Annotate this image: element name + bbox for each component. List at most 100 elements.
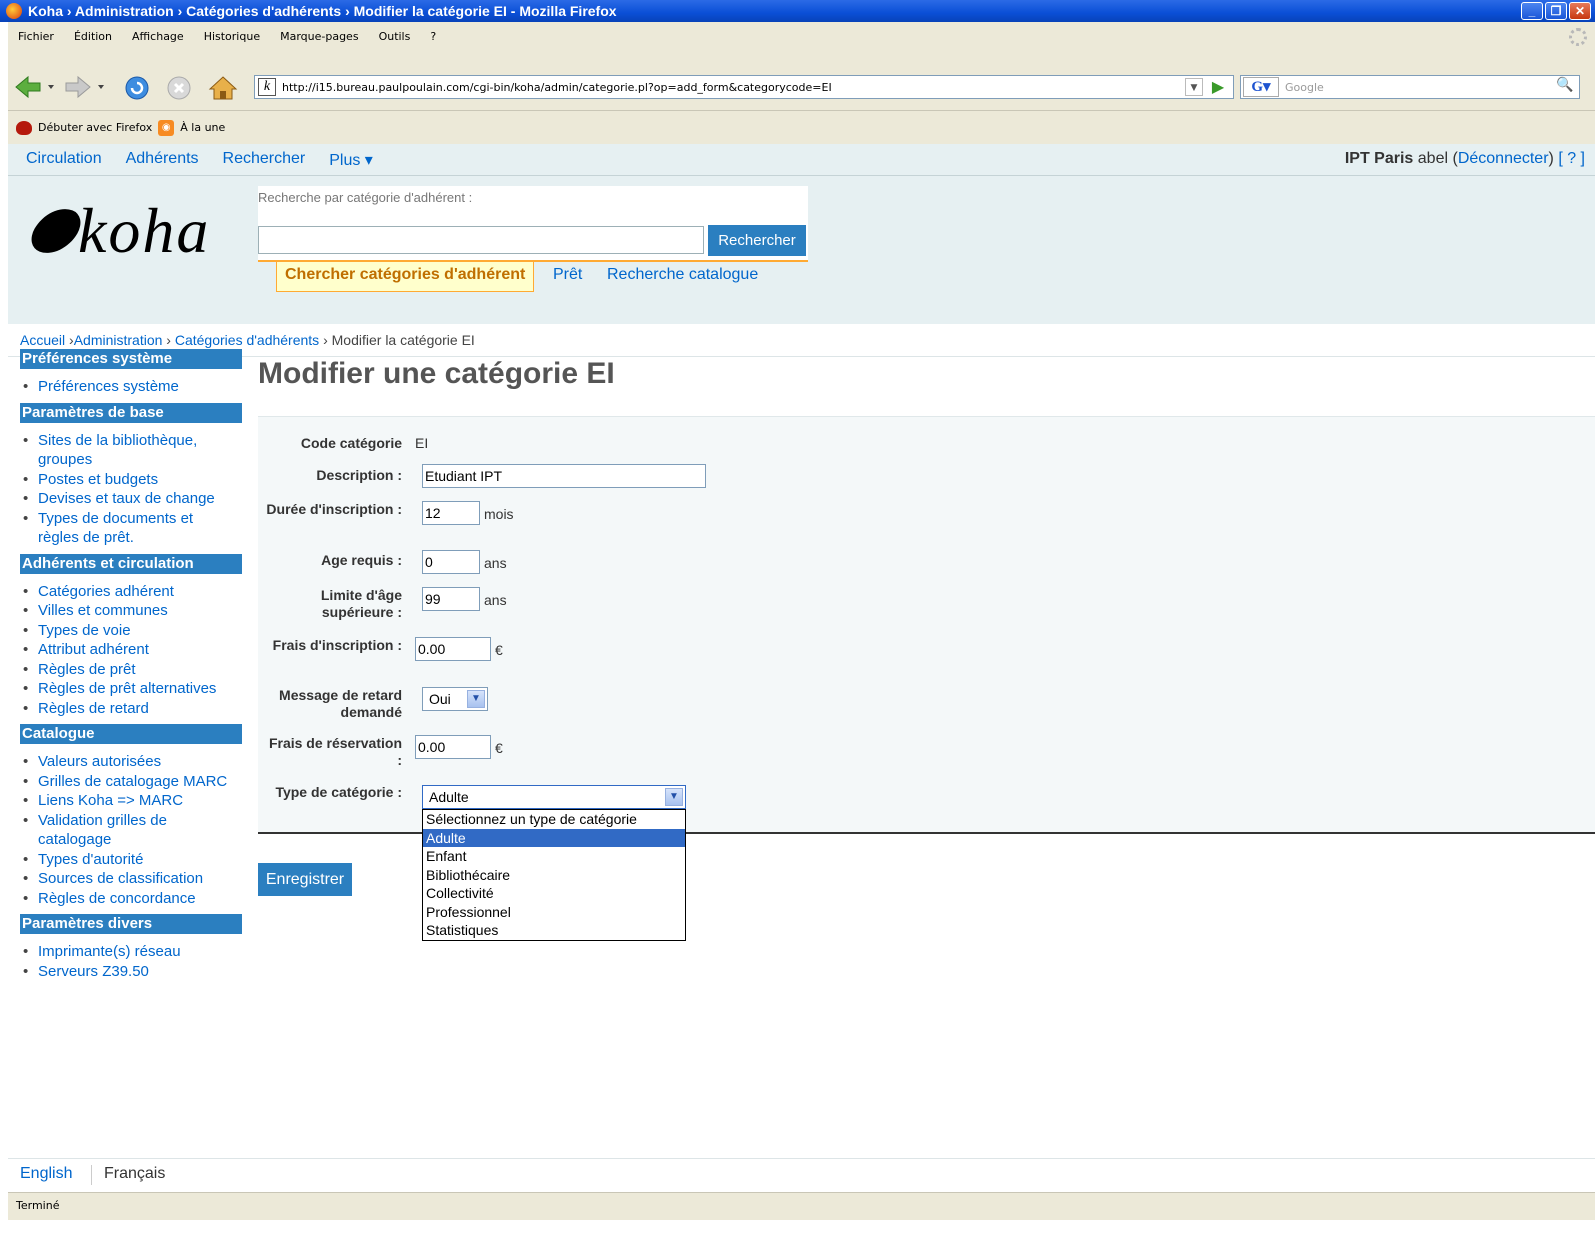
type-option-selected[interactable]: Adulte	[423, 828, 685, 847]
category-search-input[interactable]	[258, 226, 704, 254]
url-dropdown-icon[interactable]: ▼	[1185, 78, 1203, 96]
sidebar-heading-catalog: Catalogue	[20, 724, 242, 744]
sidebar-item-framework-check[interactable]: Validation grilles de catalogage	[20, 811, 190, 850]
sidebar-item-matching-rules[interactable]: Règles de concordance	[20, 889, 242, 909]
url-bar[interactable]: k http://i15.bureau.paulpoulain.com/cgi-…	[254, 75, 1234, 99]
sidebar-heading-preferences: Préférences système	[20, 349, 242, 369]
type-option[interactable]: Sélectionnez un type de catégorie	[423, 810, 685, 829]
breadcrumb-categories[interactable]: Catégories d'adhérents	[175, 332, 319, 348]
sidebar-item-classification[interactable]: Sources de classification	[20, 869, 242, 889]
sidebar-item-budgets[interactable]: Postes et budgets	[20, 470, 242, 490]
tab-pret[interactable]: Prêt	[553, 262, 582, 292]
nav-adherents[interactable]: Adhérents	[126, 150, 199, 170]
upper-age-input[interactable]: 99	[422, 587, 480, 611]
tab-catalog-search[interactable]: Recherche catalogue	[607, 262, 758, 292]
type-option[interactable]: Bibliothécaire	[423, 866, 685, 885]
bookmark-debuter[interactable]: Débuter avec Firefox	[38, 121, 152, 134]
fee-input[interactable]: 0.00	[415, 637, 491, 661]
logout-link[interactable]: Déconnecter	[1458, 150, 1549, 167]
age-label: Age requis :	[321, 552, 402, 568]
menu-edition[interactable]: Édition	[74, 30, 112, 43]
reload-icon[interactable]	[124, 75, 152, 101]
chevron-down-icon[interactable]: ▼	[467, 690, 485, 708]
user-name: abel	[1417, 150, 1449, 167]
home-icon[interactable]	[208, 75, 238, 101]
firefox-icon	[6, 3, 22, 19]
duration-input[interactable]: 12	[422, 501, 480, 525]
sidebar-item-roadtypes[interactable]: Types de voie	[20, 621, 242, 641]
page-title: Modifier une catégorie EI	[258, 357, 615, 390]
sidebar-item-categories[interactable]: Catégories adhérent	[20, 582, 242, 602]
lang-english[interactable]: English	[20, 1165, 72, 1183]
breadcrumb-admin[interactable]: Administration	[74, 332, 163, 348]
fee-unit: €	[495, 642, 503, 658]
save-button[interactable]: Enregistrer	[258, 863, 352, 896]
web-search-box[interactable]: G▾ Google 🔍	[1240, 75, 1580, 99]
menu-historique[interactable]: Historique	[204, 30, 260, 43]
sidebar-item-z3950[interactable]: Serveurs Z39.50	[20, 962, 242, 982]
type-select[interactable]: Adulte ▼	[422, 785, 686, 809]
close-button[interactable]: ✕	[1569, 2, 1591, 20]
url-text: http://i15.bureau.paulpoulain.com/cgi-bi…	[282, 80, 832, 94]
sidebar-item-koha-marc-links[interactable]: Liens Koha => MARC	[20, 791, 242, 811]
sidebar-item-authorised-values[interactable]: Valeurs autorisées	[20, 752, 242, 772]
search-icon[interactable]: 🔍	[1553, 77, 1577, 97]
sidebar-item-itemtypes[interactable]: Types de documents et règles de prêt.	[20, 509, 220, 548]
sidebar-item-currencies[interactable]: Devises et taux de change	[20, 489, 242, 509]
reserve-unit: €	[495, 740, 503, 756]
menu-outils[interactable]: Outils	[379, 30, 411, 43]
sidebar-item-printers[interactable]: Imprimante(s) réseau	[20, 942, 242, 962]
back-arrow-icon[interactable]	[14, 75, 58, 99]
go-icon[interactable]: ▶	[1207, 77, 1229, 97]
rss-icon: ◉	[158, 119, 175, 136]
web-search-placeholder: Google	[1285, 80, 1324, 94]
sidebar-item-cities[interactable]: Villes et communes	[20, 601, 242, 621]
search-submit-button[interactable]: Rechercher	[708, 225, 806, 256]
admin-sidebar: Préférences système Préférences système …	[20, 349, 242, 987]
age-input[interactable]: 0	[422, 550, 480, 574]
sidebar-item-marc-frameworks[interactable]: Grilles de catalogage MARC	[20, 772, 242, 792]
tab-search-categories[interactable]: Chercher catégories d'adhérent	[276, 262, 535, 292]
bookmark-a-la-une[interactable]: À la une	[180, 121, 225, 134]
nav-rechercher[interactable]: Rechercher	[223, 150, 306, 170]
sidebar-item-libraries[interactable]: Sites de la bibliothèque, groupes	[20, 431, 220, 470]
age-unit: ans	[484, 555, 507, 571]
sidebar-item-circ-rules[interactable]: Règles de prêt	[20, 660, 242, 680]
type-option[interactable]: Statistiques	[423, 921, 685, 940]
reserve-label: Frais de réservation :	[268, 735, 402, 768]
sidebar-item-attributes[interactable]: Attribut adhérent	[20, 640, 242, 660]
help-link[interactable]: [ ? ]	[1558, 150, 1585, 167]
google-engine-icon[interactable]: G▾	[1243, 77, 1279, 97]
description-label: Description :	[316, 467, 402, 483]
nav-plus[interactable]: Plus ▾	[329, 150, 373, 170]
type-option[interactable]: Professionnel	[423, 903, 685, 922]
stop-icon[interactable]	[166, 75, 194, 101]
sidebar-item-authority-types[interactable]: Types d'autorité	[20, 850, 242, 870]
menu-fichier[interactable]: Fichier	[18, 30, 54, 43]
chevron-down-icon[interactable]: ▼	[665, 788, 683, 806]
forward-arrow-icon[interactable]	[64, 75, 108, 99]
minimize-button[interactable]: _	[1521, 2, 1543, 20]
type-option[interactable]: Collectivité	[423, 884, 685, 903]
sidebar-item-preferences[interactable]: Préférences système	[20, 377, 242, 397]
duration-unit: mois	[484, 506, 514, 522]
window-titlebar: Koha › Administration › Catégories d'adh…	[0, 0, 1595, 22]
breadcrumb-home[interactable]: Accueil	[20, 332, 65, 348]
bookmarks-toolbar: Débuter avec Firefox ◉ À la une	[8, 110, 1595, 144]
overdue-select[interactable]: Oui ▼	[422, 687, 488, 711]
menu-affichage[interactable]: Affichage	[132, 30, 184, 43]
sidebar-item-alt-rules[interactable]: Règles de prêt alternatives	[20, 679, 242, 699]
breadcrumb: Accueil ›Administration › Catégories d'a…	[20, 332, 475, 348]
nav-circulation[interactable]: Circulation	[26, 150, 102, 170]
type-option[interactable]: Enfant	[423, 847, 685, 866]
description-input[interactable]: Etudiant IPT	[422, 464, 706, 488]
code-label: Code catégorie	[300, 435, 402, 451]
reserve-input[interactable]: 0.00	[415, 735, 491, 759]
maximize-button[interactable]: ❐	[1545, 2, 1567, 20]
status-text: Terminé	[16, 1199, 60, 1212]
navigation-toolbar: k http://i15.bureau.paulpoulain.com/cgi-…	[8, 50, 1595, 110]
menu-help[interactable]: ?	[430, 30, 436, 43]
menu-marque-pages[interactable]: Marque-pages	[280, 30, 358, 43]
code-value: EI	[415, 435, 429, 451]
sidebar-item-overdue-rules[interactable]: Règles de retard	[20, 699, 242, 719]
